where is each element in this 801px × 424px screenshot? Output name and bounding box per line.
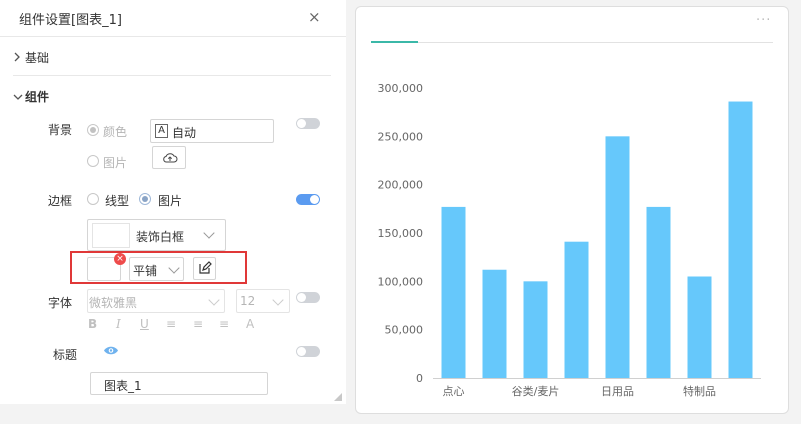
frame-preview bbox=[92, 223, 130, 248]
border-image-option: 图片 bbox=[158, 194, 183, 208]
y-tick-label: 300,000 bbox=[378, 82, 424, 95]
italic-button[interactable]: I bbox=[116, 317, 121, 331]
border-image-radio[interactable] bbox=[139, 193, 151, 205]
bar bbox=[728, 101, 753, 379]
border-toggle[interactable] bbox=[296, 194, 320, 205]
bar bbox=[605, 136, 630, 378]
background-color-radio[interactable] bbox=[87, 124, 99, 136]
x-tick-label: 点心 bbox=[443, 385, 465, 398]
title-toggle[interactable] bbox=[296, 346, 320, 357]
font-family-value: 微软雅黑 bbox=[89, 296, 138, 310]
background-color-option: 颜色 bbox=[103, 125, 128, 139]
toggle-knob bbox=[297, 347, 306, 356]
background-color-select[interactable]: A 自动 bbox=[150, 119, 274, 143]
y-tick-label: 50,000 bbox=[385, 324, 424, 337]
settings-panel: 组件设置[图表_1] × 基础 组件 背景 颜色 A 自动 图片 边框 线型 图… bbox=[0, 0, 346, 404]
font-color-icon: A bbox=[155, 124, 168, 138]
divider bbox=[13, 75, 331, 76]
x-tick-label: 特制品 bbox=[683, 384, 716, 398]
border-line-option: 线型 bbox=[105, 194, 130, 208]
y-tick-label: 250,000 bbox=[378, 130, 424, 143]
title-value: 图表_1 bbox=[104, 379, 142, 393]
y-tick-label: 100,000 bbox=[378, 275, 424, 288]
bar bbox=[482, 269, 507, 378]
eye-icon[interactable] bbox=[103, 345, 119, 356]
x-tick-label: 日用品 bbox=[601, 385, 634, 398]
toggle-knob bbox=[310, 195, 319, 204]
background-toggle[interactable] bbox=[296, 118, 320, 129]
toggle-knob bbox=[297, 119, 306, 128]
border-image-swatch[interactable]: × bbox=[87, 253, 126, 281]
fill-mode-select[interactable]: 平铺 bbox=[129, 257, 184, 281]
bar bbox=[687, 276, 712, 378]
fill-mode-value: 平铺 bbox=[133, 264, 158, 278]
edit-button[interactable] bbox=[193, 257, 216, 280]
border-line-radio[interactable] bbox=[87, 193, 99, 205]
chevron-down-icon bbox=[203, 227, 215, 239]
toggle-knob bbox=[297, 293, 306, 302]
cloud-upload-icon bbox=[163, 153, 178, 163]
background-image-radio[interactable] bbox=[87, 155, 99, 167]
underline-button[interactable]: U bbox=[140, 317, 149, 331]
bar bbox=[523, 281, 548, 378]
section-component[interactable]: 组件 bbox=[13, 88, 49, 105]
background-image-option: 图片 bbox=[103, 156, 128, 170]
align-center-button[interactable]: ≡ bbox=[193, 317, 203, 331]
chevron-down-icon bbox=[208, 294, 220, 306]
resize-handle-icon[interactable] bbox=[332, 391, 342, 401]
chevron-down-icon bbox=[272, 294, 284, 306]
font-toggle[interactable] bbox=[296, 292, 320, 303]
title-label: 标题 bbox=[53, 348, 78, 362]
title-input[interactable]: 图表_1 bbox=[90, 372, 268, 395]
bar bbox=[564, 241, 589, 378]
remove-icon[interactable]: × bbox=[114, 253, 126, 265]
background-label: 背景 bbox=[48, 123, 73, 137]
font-size-select[interactable]: 12 bbox=[236, 289, 290, 313]
border-label: 边框 bbox=[48, 194, 73, 208]
edit-icon bbox=[199, 261, 212, 274]
align-right-button[interactable]: ≡ bbox=[219, 317, 229, 331]
bar-chart: 0 50,000 100,000 150,000 200,000 250,000 300,0… bbox=[378, 82, 761, 398]
align-left-button[interactable]: ≡ bbox=[166, 317, 176, 331]
y-tick-label: 150,000 bbox=[378, 227, 424, 240]
section-basic[interactable]: 基础 bbox=[13, 49, 49, 66]
chart-card: ··· 0 50,000 100,000 150,000 200,000 250,000 3… bbox=[355, 6, 789, 414]
y-tick-label: 200,000 bbox=[378, 179, 424, 192]
chevron-down-icon bbox=[13, 90, 25, 104]
font-label: 字体 bbox=[48, 296, 73, 310]
font-family-select[interactable]: 微软雅黑 bbox=[87, 289, 225, 313]
chevron-down-icon bbox=[168, 262, 180, 274]
bar bbox=[646, 206, 671, 378]
section-basic-label: 基础 bbox=[25, 51, 50, 65]
font-size-value: 12 bbox=[240, 294, 256, 308]
font-color-button[interactable]: A bbox=[246, 317, 254, 331]
section-component-label: 组件 bbox=[25, 90, 50, 104]
panel-title: 组件设置[图表_1] bbox=[19, 13, 122, 28]
background-color-value: 自动 bbox=[172, 126, 197, 140]
y-tick-label: 0 bbox=[416, 372, 423, 385]
border-frame-select[interactable]: 装饰白框 bbox=[87, 219, 226, 251]
bar bbox=[441, 206, 466, 378]
chevron-right-icon bbox=[13, 51, 25, 65]
close-icon[interactable]: × bbox=[308, 8, 321, 26]
x-tick-label: 谷类/麦片 bbox=[512, 384, 560, 398]
panel-header: 组件设置[图表_1] × bbox=[0, 0, 346, 37]
border-frame-value: 装饰白框 bbox=[136, 230, 185, 244]
upload-button[interactable] bbox=[152, 146, 186, 169]
bold-button[interactable]: B bbox=[88, 317, 97, 331]
